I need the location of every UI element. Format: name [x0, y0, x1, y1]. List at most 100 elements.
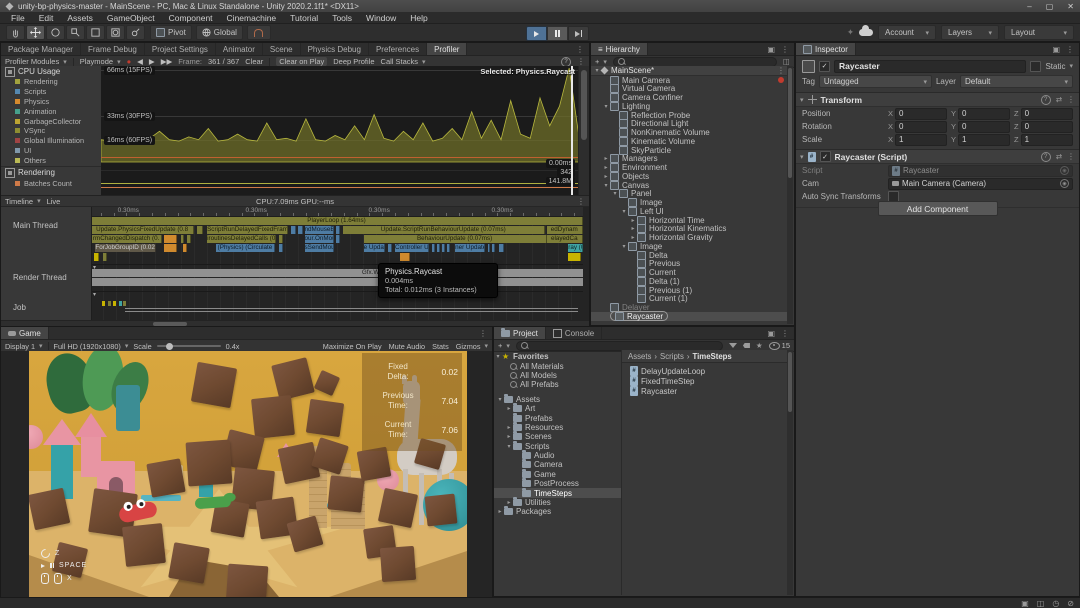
- static-checkbox[interactable]: [1030, 61, 1041, 72]
- tab-frame-debug[interactable]: Frame Debug: [81, 43, 145, 55]
- hierarchy-item-previous[interactable]: Previous: [591, 260, 788, 269]
- layers-dropdown[interactable]: Layers▾: [941, 25, 999, 40]
- help-icon[interactable]: ?: [561, 57, 571, 67]
- tab-physics-debug[interactable]: Physics Debug: [301, 43, 369, 55]
- chevron-down-icon[interactable]: ▾: [505, 443, 513, 450]
- timeline-sample-update-physicsfixedupdate-[interactable]: Update.PhysicsFixedUpdate (0.8: [91, 226, 194, 234]
- call-stacks-dropdown[interactable]: Call Stacks▾: [381, 57, 426, 66]
- scale-x-input[interactable]: 1: [895, 134, 947, 146]
- hierarchy-item-environment[interactable]: ▸Environment: [591, 163, 788, 172]
- rendering-chart[interactable]: [101, 170, 579, 195]
- timeline-sample[interactable]: [291, 226, 296, 234]
- display-dropdown[interactable]: Display 1▾: [5, 342, 43, 351]
- timeline-body[interactable]: Main Thread Render Thread Job 0.30ms0.30…: [1, 207, 589, 320]
- legend-physics[interactable]: Physics: [1, 97, 101, 107]
- clear-on-play-toggle[interactable]: Clear on Play: [276, 57, 327, 66]
- timeline-sample[interactable]: [187, 235, 190, 243]
- project-search-input[interactable]: [531, 342, 718, 350]
- timeline-sample[interactable]: [279, 244, 283, 252]
- services-icon[interactable]: ✦: [847, 27, 854, 38]
- job-sample[interactable]: [108, 301, 111, 306]
- menu-cinemachine[interactable]: Cinemachine: [220, 13, 284, 23]
- timeline-sample[interactable]: [279, 235, 283, 243]
- collapse-main-thread-icon[interactable]: ▾: [93, 264, 96, 271]
- scale-tool-button[interactable]: [66, 25, 85, 40]
- gizmos-dropdown[interactable]: Gizmos▾: [456, 342, 488, 351]
- legend-global-illumination[interactable]: Global Illumination: [1, 136, 101, 146]
- menu-edit[interactable]: Edit: [32, 13, 61, 23]
- global-toggle[interactable]: Global: [196, 25, 243, 40]
- timeline-sample[interactable]: [181, 235, 184, 243]
- hierarchy-item-camera-confiner[interactable]: Camera Confiner: [591, 93, 788, 102]
- pause-button[interactable]: [547, 26, 568, 41]
- rotate-tool-button[interactable]: [46, 25, 65, 40]
- menu-gameobject[interactable]: GameObject: [100, 13, 162, 23]
- kebab-menu-icon[interactable]: ⋮: [479, 329, 487, 338]
- active-checkbox[interactable]: ✓: [819, 61, 830, 72]
- timeline-sample-controller-upd[interactable]: Controller Upd: [395, 244, 429, 252]
- hierarchy-search-input[interactable]: [628, 58, 772, 66]
- profiler-target-dropdown[interactable]: Playmode▾: [80, 57, 121, 66]
- hidden-packages-icon[interactable]: [769, 342, 780, 350]
- timeline-sample-ssendmou[interactable]: sSendMou: [305, 244, 335, 252]
- hierarchy-item-managers[interactable]: ▸Managers: [591, 155, 788, 164]
- hierarchy-scrollbar[interactable]: [787, 66, 793, 324]
- hierarchy-item-raycaster[interactable]: Raycaster: [591, 312, 788, 321]
- timeline-sample[interactable]: [336, 235, 340, 243]
- render-thread-sample[interactable]: Semaphore.WaitForSignal (0.9: [91, 278, 583, 286]
- profiler-modules-dropdown[interactable]: Profiler Modules▾: [5, 57, 67, 66]
- hierarchy-item-image[interactable]: Image: [591, 198, 788, 207]
- hierarchy-item-canvas[interactable]: ▾Canvas: [591, 181, 788, 190]
- hierarchy-item-delta-1-[interactable]: Delta (1): [591, 277, 788, 286]
- project-folder-art[interactable]: ▸Art: [494, 404, 621, 413]
- hierarchy-item-left-ui[interactable]: ▾Left UI: [591, 207, 788, 216]
- live-toggle[interactable]: Live: [47, 197, 61, 206]
- create-object-button[interactable]: +▾: [595, 57, 607, 66]
- timeline-sample[interactable]: [183, 244, 187, 252]
- kebab-menu-icon[interactable]: ⋮: [577, 57, 585, 66]
- timeline-sample-ndmouseev[interactable]: ndMouseEv: [305, 226, 335, 234]
- hierarchy-item-mainscene-[interactable]: ▾MainScene*⋮: [591, 66, 788, 76]
- pivot-toggle[interactable]: Pivot: [150, 25, 192, 40]
- layer-dropdown[interactable]: Default▾: [960, 75, 1073, 88]
- hierarchy-item-lighting[interactable]: ▾Lighting: [591, 102, 788, 111]
- timeline-sample[interactable]: [103, 253, 107, 261]
- record-button[interactable]: ●: [127, 57, 132, 66]
- menu-tools[interactable]: Tools: [325, 13, 359, 23]
- hierarchy-item-horizontal-gravity[interactable]: ▸Horizontal Gravity: [591, 233, 788, 242]
- legend-scripts[interactable]: Scripts: [1, 87, 101, 97]
- chevron-right-icon[interactable]: ▸: [505, 433, 513, 440]
- menu-file[interactable]: File: [4, 13, 32, 23]
- account-dropdown[interactable]: Account▾: [878, 25, 936, 40]
- project-folder-game[interactable]: Game: [494, 470, 621, 479]
- timeline-sample[interactable]: [336, 226, 340, 234]
- hierarchy-item-current-1-[interactable]: Current (1): [591, 295, 788, 304]
- timeline-sample-ray-[interactable]: ray (0.0: [568, 244, 583, 252]
- hierarchy-item-previous-1-[interactable]: Previous (1): [591, 286, 788, 295]
- timeline-sample-rmchangeddispatch-[interactable]: rmChangedDispatch (0.: [91, 235, 162, 243]
- lock-icon[interactable]: ▣: [767, 329, 775, 338]
- layout-dropdown[interactable]: Layout▾: [1004, 25, 1074, 40]
- job-sample[interactable]: [113, 301, 116, 306]
- timeline-sample[interactable]: [164, 235, 177, 243]
- timeline-sample-behaviourupdate-ms-[interactable]: BehaviourUpdate (0.07ms): [364, 235, 547, 243]
- timeline-sample-forjobgroupid-[interactable]: ForJobGroupID (0.02: [95, 244, 157, 252]
- render-thread-sample[interactable]: Gfx.WaitForGfxCommandsFromMainThr: [91, 269, 583, 277]
- chevron-down-icon[interactable]: ▾: [611, 190, 619, 197]
- chevron-down-icon[interactable]: ▾: [1069, 62, 1073, 70]
- maximize-button[interactable]: ▢: [1046, 2, 1054, 11]
- tab-scene[interactable]: Scene: [263, 43, 301, 55]
- raycaster-script-header[interactable]: ▾ # ✓ Raycaster (Script) ? ⇄ ⋮: [796, 149, 1079, 164]
- favorite-all-materials[interactable]: All Materials: [494, 361, 621, 370]
- chevron-right-icon[interactable]: ▸: [505, 424, 513, 431]
- close-button[interactable]: ✕: [1067, 2, 1074, 11]
- chevron-down-icon[interactable]: ▾: [496, 396, 504, 403]
- hierarchy-item-horizontal-time[interactable]: ▸Horizontal Time: [591, 216, 788, 225]
- object-picker-icon[interactable]: ◉: [1060, 179, 1069, 188]
- cpu-usage-module[interactable]: CPU Usage: [1, 66, 101, 77]
- render-thread-label[interactable]: Render Thread: [13, 273, 67, 282]
- timeline-sample[interactable]: [432, 244, 435, 252]
- timeline-view-dropdown[interactable]: Timeline▾: [5, 197, 41, 206]
- scale-z-input[interactable]: 1: [1021, 134, 1073, 146]
- timeline-sample-e-update-[interactable]: e Update(): [364, 244, 386, 252]
